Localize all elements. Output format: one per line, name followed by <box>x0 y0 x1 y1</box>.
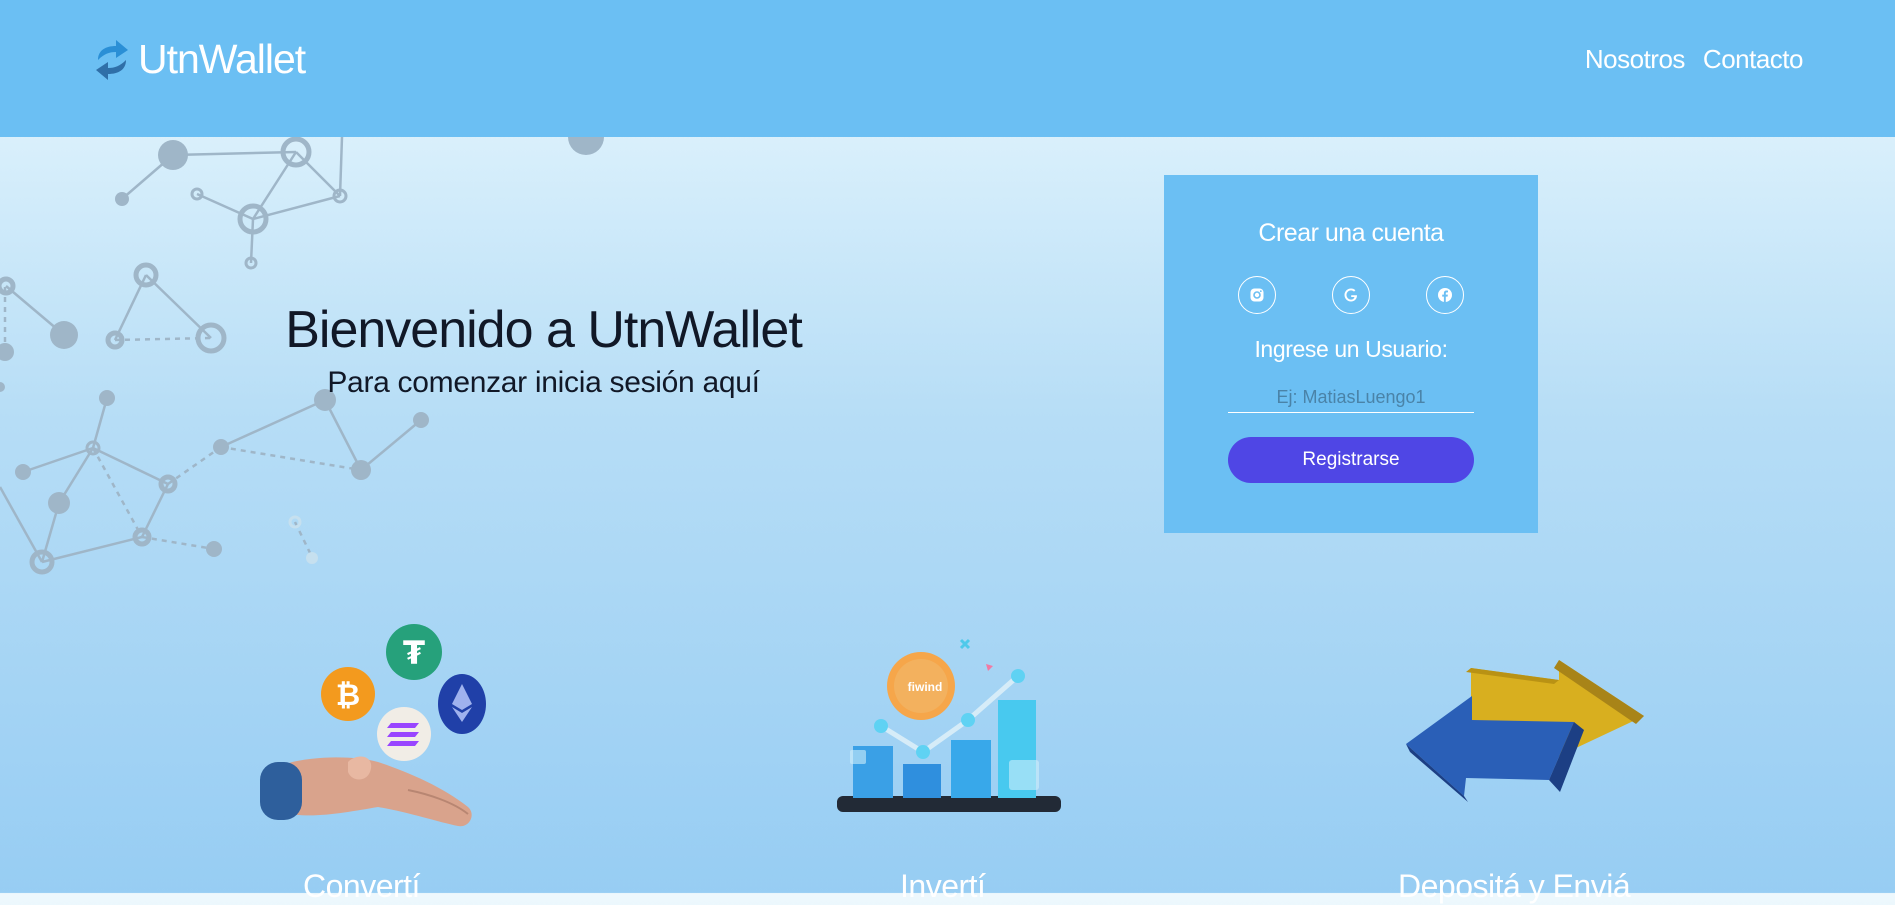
instagram-login-button[interactable] <box>1238 276 1276 314</box>
main-nav: Nosotros Contacto <box>1585 44 1804 75</box>
coin-fiwind-label: fiwind <box>908 680 943 694</box>
google-icon <box>1344 288 1357 302</box>
investment-chart-illustration: fiwind <box>837 638 1061 812</box>
svg-text:₮: ₮ <box>403 634 425 672</box>
hero-title: Bienvenido a UtnWallet <box>285 301 803 359</box>
instagram-icon <box>1250 288 1264 302</box>
register-button[interactable]: Registrarse <box>1228 437 1474 483</box>
feature-title-converti: Convertí <box>303 868 420 904</box>
top-navbar: UtnWallet Nosotros Contacto <box>0 0 1895 137</box>
crypto-coins-hand-illustration: ₿ ₮ <box>260 624 486 827</box>
signup-title: Crear una cuenta <box>1258 219 1444 247</box>
nav-link-contacto[interactable]: Contacto <box>1703 44 1804 75</box>
hero: Bienvenido a UtnWallet Para comenzar ini… <box>230 300 857 400</box>
username-label: Ingrese un Usuario: <box>1254 336 1448 362</box>
username-input[interactable] <box>1228 383 1474 413</box>
brand-logo[interactable]: UtnWallet <box>92 36 306 83</box>
signup-card: Crear una cuenta Ingrese un Usuario: Reg… <box>1164 175 1538 533</box>
transfer-arrows-illustration <box>1406 660 1644 802</box>
google-login-button[interactable] <box>1332 276 1370 314</box>
feature-title-inverti: Invertí <box>900 868 986 904</box>
svg-text:₿: ₿ <box>336 678 360 713</box>
brand-name: UtnWallet <box>138 36 306 82</box>
facebook-icon <box>1438 288 1452 302</box>
exchange-arrows-icon <box>96 39 128 80</box>
hero-subtitle: Para comenzar inicia sesión aquí <box>327 366 760 399</box>
facebook-login-button[interactable] <box>1426 276 1464 314</box>
nav-link-nosotros[interactable]: Nosotros <box>1585 44 1686 75</box>
username-field-wrap <box>1228 383 1474 413</box>
feature-title-deposita-envia: Depositá y Enviá <box>1398 868 1631 904</box>
social-login-buttons <box>1164 276 1538 314</box>
